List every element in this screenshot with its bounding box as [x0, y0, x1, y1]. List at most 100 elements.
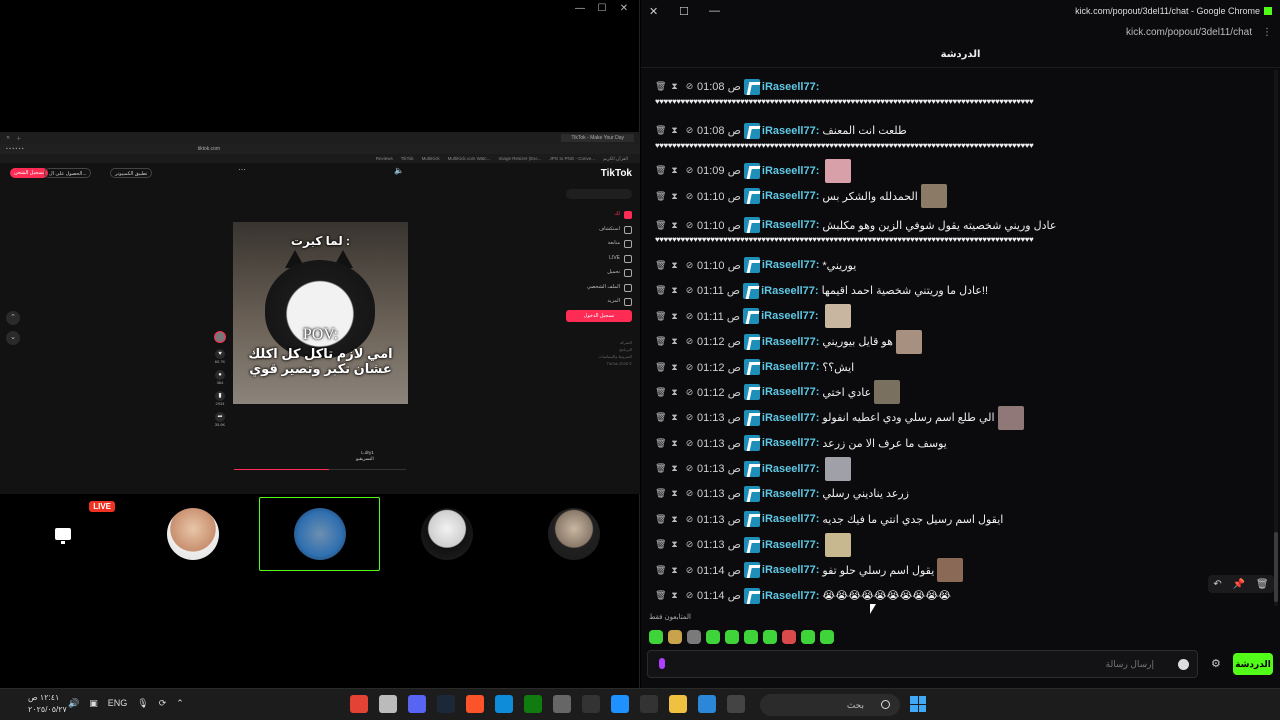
delete-icon[interactable]: 🗑	[655, 191, 666, 202]
chat-username[interactable]: iRaseell77:	[762, 219, 819, 231]
bookmark-item[interactable]: Image Resizer (Exc...	[498, 156, 541, 161]
emote-button[interactable]	[820, 630, 834, 644]
chat-emote[interactable]	[825, 456, 852, 481]
reply-icon[interactable]: ↶	[1213, 579, 1221, 590]
timeout-icon[interactable]: ⧗	[670, 260, 679, 271]
timeout-icon[interactable]: ⧗	[670, 81, 679, 92]
start-button-icon[interactable]	[910, 696, 926, 712]
ban-icon[interactable]: ⊘	[685, 336, 694, 347]
delete-icon[interactable]: 🗑	[655, 285, 666, 296]
save-action[interactable]: ▮ 2934	[212, 391, 228, 406]
ban-icon[interactable]: ⊘	[685, 387, 694, 398]
scroll-down-icon[interactable]: ⌄	[6, 331, 20, 345]
chat-emote[interactable]	[997, 405, 1024, 430]
volume-icon[interactable]: 🔈	[394, 166, 404, 175]
restore-icon[interactable]: ☐	[679, 5, 709, 18]
delete-icon[interactable]: 🗑	[655, 412, 666, 423]
footer-link[interactable]: الشركة	[572, 339, 632, 346]
embedded-ext-icons[interactable]: ▪ ▪ ▪ ▪ ▪ ▪	[6, 146, 24, 152]
chat-message-input[interactable]	[678, 651, 1158, 677]
chat-username[interactable]: iRaseell77:	[762, 361, 819, 373]
chat-message-list[interactable]: 🗑 ⧗ ⊘ 01:08 ص iRaseell77: ♥♥♥♥♥♥♥♥♥♥♥♥♥♥♥♥♥♥♥…	[641, 70, 1272, 606]
taskbar-app-icon[interactable]	[611, 695, 629, 713]
embedded-tab-close-icon[interactable]: ✕	[6, 135, 10, 141]
emote-button[interactable]	[744, 630, 758, 644]
tiktok-nav-item[interactable]: استكشاف	[552, 222, 632, 237]
volume-icon[interactable]: 🔊	[68, 698, 79, 709]
bookmark-item[interactable]: TikTok	[401, 156, 414, 161]
ban-icon[interactable]: ⊘	[685, 463, 694, 474]
bookmark-item[interactable]: JPG to PNG - Conve...	[549, 156, 595, 161]
screen-share-tile[interactable]: LIVE	[2, 497, 123, 571]
timeout-icon[interactable]: ⧗	[670, 514, 679, 525]
microphone-icon[interactable]	[659, 658, 665, 669]
ban-icon[interactable]: ⊘	[685, 220, 694, 231]
bookmark-item[interactable]: MultiKick	[422, 156, 440, 161]
ban-icon[interactable]: ⊘	[685, 539, 694, 550]
taskbar-app-icon[interactable]	[582, 695, 600, 713]
timeout-icon[interactable]: ⧗	[670, 125, 679, 136]
timeout-icon[interactable]: ⧗	[670, 165, 679, 176]
embedded-tab[interactable]: TikTok - Make Your Day	[561, 134, 634, 142]
chat-emote[interactable]	[874, 380, 901, 405]
chat-username[interactable]: iRaseell77:	[761, 285, 818, 297]
timeout-icon[interactable]: ⧗	[670, 220, 679, 231]
chat-username[interactable]: iRaseell77:	[762, 259, 819, 271]
chat-username[interactable]: iRaseell77:	[762, 412, 819, 424]
chat-username[interactable]: iRaseell77:	[762, 81, 819, 93]
chat-username[interactable]: iRaseell77:	[762, 165, 819, 177]
taskbar-app-icon[interactable]	[524, 695, 542, 713]
chat-username[interactable]: iRaseell77:	[762, 590, 819, 602]
delete-icon[interactable]: 🗑	[655, 463, 666, 474]
timeout-icon[interactable]: ⧗	[670, 463, 679, 474]
chat-username[interactable]: iRaseell77:	[762, 564, 819, 576]
chat-message[interactable]: 🗑 ⧗ ⊘ 01:12 ص iRaseell77: هو قايل بيوريني	[641, 329, 1272, 354]
tiktok-nav-item[interactable]: متابعة	[552, 236, 632, 251]
delete-icon[interactable]: 🗑	[655, 539, 666, 550]
chat-username[interactable]: iRaseell77:	[762, 386, 819, 398]
emote-button[interactable]	[801, 630, 815, 644]
participant-tile[interactable]	[386, 497, 507, 571]
timeout-icon[interactable]: ⧗	[670, 285, 679, 296]
chat-message[interactable]: 🗑 ⧗ ⊘ 01:13 ص iRaseell77: ايقول اسم رسيل جدي …	[641, 507, 1272, 532]
delete-icon[interactable]: 🗑	[655, 336, 666, 347]
chat-message[interactable]: 🗑 ⧗ ⊘ 01:12 ص iRaseell77: عادي اختي	[641, 380, 1272, 405]
timeout-icon[interactable]: ⧗	[670, 412, 679, 423]
emote-button[interactable]	[763, 630, 777, 644]
chat-message[interactable]: 🗑 ⧗ ⊘ 01:11 ص iRaseell77: عادل ما وريتني شخصي…	[641, 278, 1272, 303]
emoji-picker-icon[interactable]	[1178, 659, 1189, 670]
chat-emote[interactable]	[920, 184, 947, 209]
tiktok-nav-item[interactable]: LIVE	[552, 251, 632, 266]
ban-icon[interactable]: ⊘	[685, 488, 694, 499]
delete-icon[interactable]: 🗑	[655, 165, 666, 176]
tiktok-nav-item[interactable]: لك	[552, 207, 632, 222]
delete-icon[interactable]: 🗑	[1256, 579, 1269, 590]
chat-message[interactable]: 🗑 ⧗ ⊘ 01:10 ص iRaseell77: عادل وريني شخصيته ي…	[641, 209, 1272, 253]
timeout-icon[interactable]: ⧗	[670, 311, 679, 322]
close-icon[interactable]: ✕	[649, 5, 679, 18]
chat-username[interactable]: iRaseell77:	[762, 190, 819, 202]
tiktok-login-button[interactable]: تسجيل الدخول	[566, 310, 632, 322]
ban-icon[interactable]: ⊘	[685, 311, 694, 322]
chat-username[interactable]: iRaseell77:	[762, 513, 819, 525]
delete-icon[interactable]: 🗑	[655, 125, 666, 136]
ban-icon[interactable]: ⊘	[685, 590, 694, 601]
delete-icon[interactable]: 🗑	[655, 260, 666, 271]
taskbar-app-icon[interactable]	[350, 695, 368, 713]
chat-username[interactable]: iRaseell77:	[762, 125, 819, 137]
taskbar-app-icon[interactable]	[408, 695, 426, 713]
chat-username[interactable]: iRaseell77:	[761, 310, 818, 322]
delete-icon[interactable]: 🗑	[655, 438, 666, 449]
ban-icon[interactable]: ⊘	[685, 125, 694, 136]
timeout-icon[interactable]: ⧗	[670, 565, 679, 576]
footer-link[interactable]: الشروط والسياسات	[572, 353, 632, 360]
chat-username[interactable]: iRaseell77:	[762, 336, 819, 348]
tiktok-search-input[interactable]	[566, 189, 632, 199]
bookmark-item[interactable]: القرآن الكريم	[603, 156, 628, 162]
pin-icon[interactable]: 📌	[1233, 579, 1245, 590]
tiktok-video[interactable]: لما كبرت : POV: امي لازم تاكل كل اكلك عش…	[233, 222, 408, 404]
chat-message[interactable]: 🗑 ⧗ ⊘ 01:14 ص iRaseell77: 😭😭😭😭😭😭😭😭😭😭	[641, 583, 1272, 606]
embedded-url[interactable]: tiktok.com	[198, 146, 221, 152]
emote-button[interactable]	[706, 630, 720, 644]
chat-emote[interactable]	[895, 329, 922, 354]
